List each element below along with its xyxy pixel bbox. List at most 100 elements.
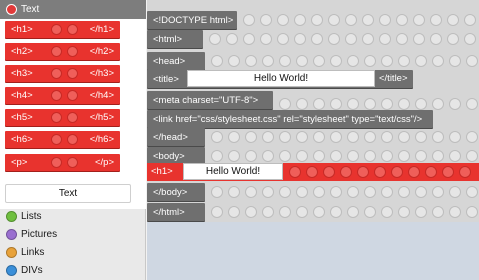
stud-icon xyxy=(449,150,461,162)
h1-block[interactable]: <h1> </h1> xyxy=(5,21,120,38)
text-block[interactable]: Text xyxy=(5,184,131,203)
stud-icon xyxy=(347,55,359,67)
stud-icon xyxy=(364,98,376,110)
block-close-tag: </h4> xyxy=(89,90,114,101)
stud-icon xyxy=(347,98,359,110)
stud-icon xyxy=(466,55,478,67)
stud-icon xyxy=(211,150,223,162)
stud-icon xyxy=(51,46,62,57)
h5-block[interactable]: <h5> </h5> xyxy=(5,109,120,126)
stud-icon xyxy=(466,131,478,143)
stud-icon xyxy=(228,206,240,218)
category-label: DIVs xyxy=(21,265,43,276)
stud-icon xyxy=(67,46,78,57)
block-open-tag: <h6> xyxy=(11,134,33,145)
block-open-tag: <h2> xyxy=(11,46,33,57)
stud-icon xyxy=(398,131,410,143)
stud-icon xyxy=(67,90,78,101)
stud-icon xyxy=(381,206,393,218)
stud-icon xyxy=(449,186,461,198)
category-dot-icon xyxy=(6,229,17,240)
stud-icon xyxy=(381,186,393,198)
stud-icon xyxy=(398,150,410,162)
stud-icon xyxy=(289,166,301,178)
stud-icon xyxy=(432,98,444,110)
stud-icon xyxy=(279,98,291,110)
stud-icon xyxy=(396,33,408,45)
html-open-block[interactable]: <html> xyxy=(147,30,203,48)
stud-icon xyxy=(466,150,478,162)
stud-icon xyxy=(328,14,340,26)
doctype-block[interactable]: <!DOCTYPE html> xyxy=(147,11,237,29)
category-label: Links xyxy=(21,247,45,258)
head-close-block[interactable]: </head> xyxy=(147,128,205,146)
stud-icon xyxy=(396,14,408,26)
h4-block[interactable]: <h4> </h4> xyxy=(5,87,120,104)
stud-icon xyxy=(364,55,376,67)
stud-icon xyxy=(464,33,476,45)
stud-icon xyxy=(364,150,376,162)
stud-icon xyxy=(245,55,257,67)
stud-icon xyxy=(432,150,444,162)
category-label: Text xyxy=(21,4,40,15)
stud-icon xyxy=(311,33,323,45)
title-text-field[interactable]: Hello World! xyxy=(187,70,375,87)
stud-icon xyxy=(296,55,308,67)
stud-icon xyxy=(449,55,461,67)
category-text[interactable]: Text xyxy=(0,0,146,19)
category-lists[interactable]: Lists xyxy=(0,207,146,226)
block-open-tag: <p> xyxy=(11,157,28,168)
link-block[interactable]: <link href="css/stylesheet.css" rel="sty… xyxy=(147,110,433,128)
block-close-tag: </h2> xyxy=(89,46,114,57)
stud-icon xyxy=(398,55,410,67)
h6-block[interactable]: <h6> </h6> xyxy=(5,131,120,148)
category-pictures[interactable]: Pictures xyxy=(0,225,146,244)
body-close-block[interactable]: </body> xyxy=(147,183,205,201)
stud-icon xyxy=(279,55,291,67)
stud-icon xyxy=(340,166,352,178)
stud-icon xyxy=(277,33,289,45)
stud-icon xyxy=(313,131,325,143)
stud-icon xyxy=(430,14,442,26)
title-close-tag: </title> xyxy=(379,73,408,84)
category-divs[interactable]: DIVs xyxy=(0,261,146,280)
stud-icon xyxy=(311,14,323,26)
stud-icon xyxy=(415,150,427,162)
category-dot-icon xyxy=(6,4,17,15)
workspace[interactable]: <!DOCTYPE html> <html> <head> <title> He… xyxy=(147,0,479,280)
stud-icon xyxy=(51,90,62,101)
stud-icon xyxy=(262,131,274,143)
block-palette: Text <h1> </h1> <h2> </h2> <h3> </h3> <h… xyxy=(0,0,146,280)
meta-block[interactable]: <meta charset="UTF-8"> xyxy=(147,91,273,109)
stud-icon xyxy=(296,150,308,162)
stud-icon xyxy=(228,55,240,67)
stud-icon xyxy=(245,131,257,143)
stud-icon xyxy=(381,98,393,110)
stud-icon xyxy=(330,186,342,198)
stud-icon xyxy=(228,131,240,143)
stud-icon xyxy=(464,14,476,26)
stud-icon xyxy=(51,157,62,168)
stud-icon xyxy=(413,14,425,26)
stud-icon xyxy=(279,186,291,198)
stud-icon xyxy=(67,24,78,35)
head-open-block[interactable]: <head> xyxy=(147,52,205,70)
html-close-block[interactable]: </html> xyxy=(147,203,205,221)
p-block[interactable]: <p> </p> xyxy=(5,154,120,171)
h2-block[interactable]: <h2> </h2> xyxy=(5,43,120,60)
category-links[interactable]: Links xyxy=(0,243,146,262)
stud-icon xyxy=(449,98,461,110)
stud-icon xyxy=(466,206,478,218)
stud-icon xyxy=(262,150,274,162)
block-close-tag: </h6> xyxy=(89,134,114,145)
stud-icon xyxy=(447,33,459,45)
stud-icon xyxy=(364,206,376,218)
stud-icon xyxy=(277,14,289,26)
stud-icon xyxy=(449,206,461,218)
stud-icon xyxy=(296,131,308,143)
h1-text-field[interactable]: Hello World! xyxy=(183,163,283,180)
h3-block[interactable]: <h3> </h3> xyxy=(5,65,120,82)
stud-icon xyxy=(51,68,62,79)
block-open-tag: <h5> xyxy=(11,112,33,123)
stud-icon xyxy=(313,186,325,198)
